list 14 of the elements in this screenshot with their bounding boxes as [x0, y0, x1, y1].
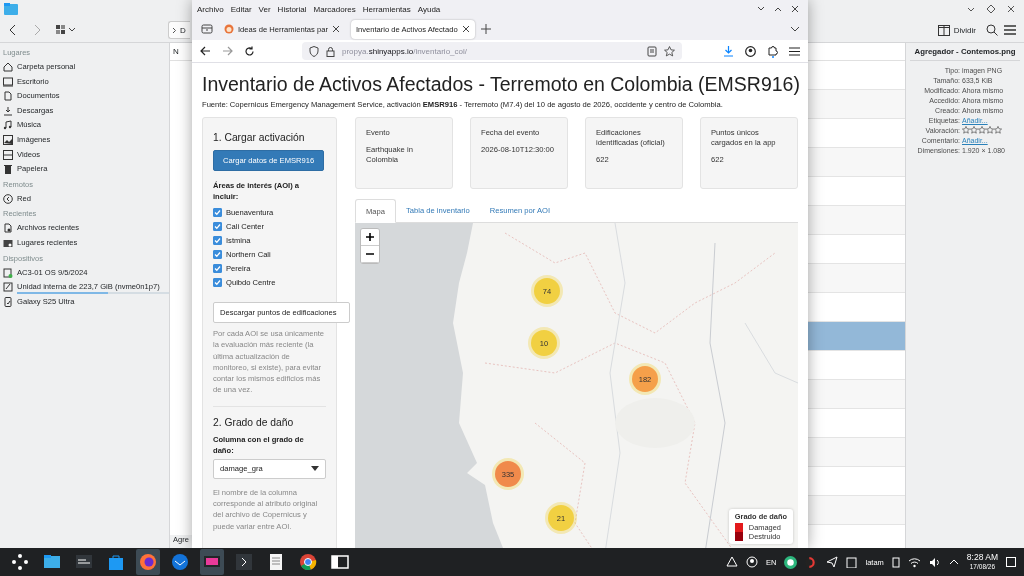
- section-heading: 1. Cargar activación: [213, 132, 306, 143]
- menu-item[interactable]: Marcadores: [313, 4, 356, 14]
- menu-item[interactable]: Historial: [277, 4, 307, 14]
- clock-time[interactable]: 8:28 AM: [966, 553, 998, 562]
- menu-item[interactable]: Editar: [230, 4, 252, 14]
- page-title: Inventario de Activos Afectados - Terremoto en Colombia (EMSR916): [202, 73, 798, 96]
- menu-item[interactable]: Herramientas: [362, 4, 411, 14]
- menu-item[interactable]: Ayuda: [417, 4, 441, 14]
- section-heading: 2. Grado de daño: [213, 416, 295, 428]
- split-button[interactable]: Dividir: [933, 22, 980, 38]
- address-bar[interactable]: propya.shinyapps.io/inventario_col/: [302, 42, 682, 60]
- breadcrumb-field[interactable]: D: [168, 21, 190, 39]
- menu-item[interactable]: Ver: [258, 4, 271, 14]
- menu-item[interactable]: Archivo: [197, 4, 224, 14]
